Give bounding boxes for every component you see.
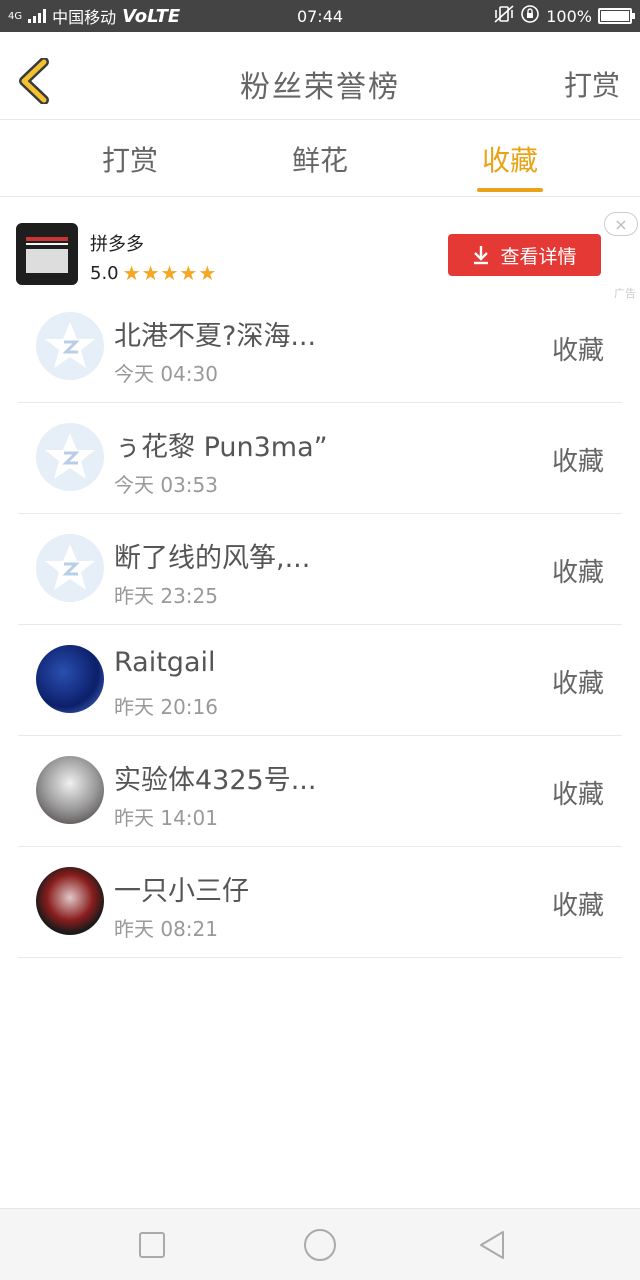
list-item[interactable]: 一只小三仔 昨天 08:21 收藏: [18, 847, 622, 958]
fan-action: 收藏: [551, 669, 604, 699]
signal-icon: [28, 9, 47, 23]
fan-name: ぅ花黎 Pun3ma”: [114, 432, 328, 463]
list-item[interactable]: ぅ花黎 Pun3ma” 今天 03:53 收藏: [18, 403, 622, 514]
ad-app-icon: [16, 223, 78, 285]
active-tab-indicator: [477, 188, 543, 192]
avatar: [36, 867, 104, 935]
rotation-lock-icon: [520, 4, 540, 28]
fan-list: 北港不夏?深海... 今天 04:30 收藏 ぅ花黎 Pun3ma” 今天 03…: [18, 292, 622, 958]
ad-rating-value: 5.0: [90, 262, 119, 284]
fan-time: 今天 03:53: [114, 473, 218, 497]
page-header: 粉丝荣誉榜 打赏: [0, 42, 640, 120]
battery-percent: 100%: [546, 6, 592, 26]
default-avatar-icon: [36, 423, 104, 491]
battery-icon: [598, 8, 635, 24]
fan-action: 收藏: [551, 447, 604, 477]
list-item[interactable]: Raitgail 昨天 20:16 收藏: [18, 625, 622, 736]
avatar: [36, 645, 104, 713]
ad-cta-label: 查看详情: [500, 245, 577, 268]
volte-label: VoLTE: [122, 5, 181, 27]
back-icon[interactable]: [476, 1229, 508, 1261]
tab-flowers[interactable]: 鲜花: [270, 139, 370, 179]
home-icon[interactable]: [303, 1228, 337, 1262]
default-avatar-icon: [36, 534, 104, 602]
ad-banner[interactable]: 拼多多 5.0 ★★★★★ 查看详情 × 广告: [0, 208, 640, 304]
fan-name: Raitgail: [114, 647, 216, 678]
fan-name: 北港不夏?深海...: [114, 321, 317, 352]
fan-action: 收藏: [551, 558, 604, 588]
tab-favorites[interactable]: 收藏: [460, 139, 560, 179]
fan-time: 昨天 20:16: [114, 695, 218, 719]
avatar: [36, 756, 104, 824]
fan-name: 实验体4325号...: [114, 765, 317, 796]
ad-rating: 5.0 ★★★★★: [90, 261, 217, 285]
fan-name: 断了线的风筝,...: [114, 543, 311, 574]
recent-apps-icon[interactable]: [136, 1229, 168, 1261]
fan-time: 昨天 14:01: [114, 806, 218, 830]
network-type: 4G: [8, 10, 23, 22]
ad-view-details-button[interactable]: 查看详情: [448, 234, 601, 276]
system-nav-bar: [0, 1208, 640, 1280]
fan-time: 昨天 23:25: [114, 584, 218, 608]
status-bar: 4G 中国移动 VoLTE 07:44 100%: [0, 0, 640, 32]
fan-action: 收藏: [551, 780, 604, 810]
tab-tip[interactable]: 打赏: [80, 139, 180, 179]
list-item[interactable]: 北港不夏?深海... 今天 04:30 收藏: [18, 292, 622, 403]
tab-bar: 打赏 鲜花 收藏: [0, 121, 640, 197]
fan-time: 昨天 08:21: [114, 917, 218, 941]
fan-name: 一只小三仔: [114, 876, 249, 907]
list-item[interactable]: 实验体4325号... 昨天 14:01 收藏: [18, 736, 622, 847]
download-icon: [474, 246, 489, 265]
status-bar-right: 100%: [494, 4, 635, 28]
ad-app-name: 拼多多: [90, 234, 144, 255]
tip-button[interactable]: 打赏: [564, 64, 620, 104]
close-icon[interactable]: ×: [604, 212, 638, 236]
vibrate-icon: [494, 5, 514, 27]
status-bar-left: 4G 中国移动 VoLTE: [8, 4, 180, 28]
fan-action: 收藏: [551, 891, 604, 921]
rating-stars-icon: ★★★★★: [122, 261, 218, 285]
carrier-name: 中国移动: [52, 8, 117, 27]
default-avatar-icon: [36, 312, 104, 380]
list-item[interactable]: 断了线的风筝,... 昨天 23:25 收藏: [18, 514, 622, 625]
fan-action: 收藏: [551, 336, 604, 366]
fan-time: 今天 04:30: [114, 362, 218, 386]
page-title: 粉丝荣誉榜: [240, 70, 400, 105]
